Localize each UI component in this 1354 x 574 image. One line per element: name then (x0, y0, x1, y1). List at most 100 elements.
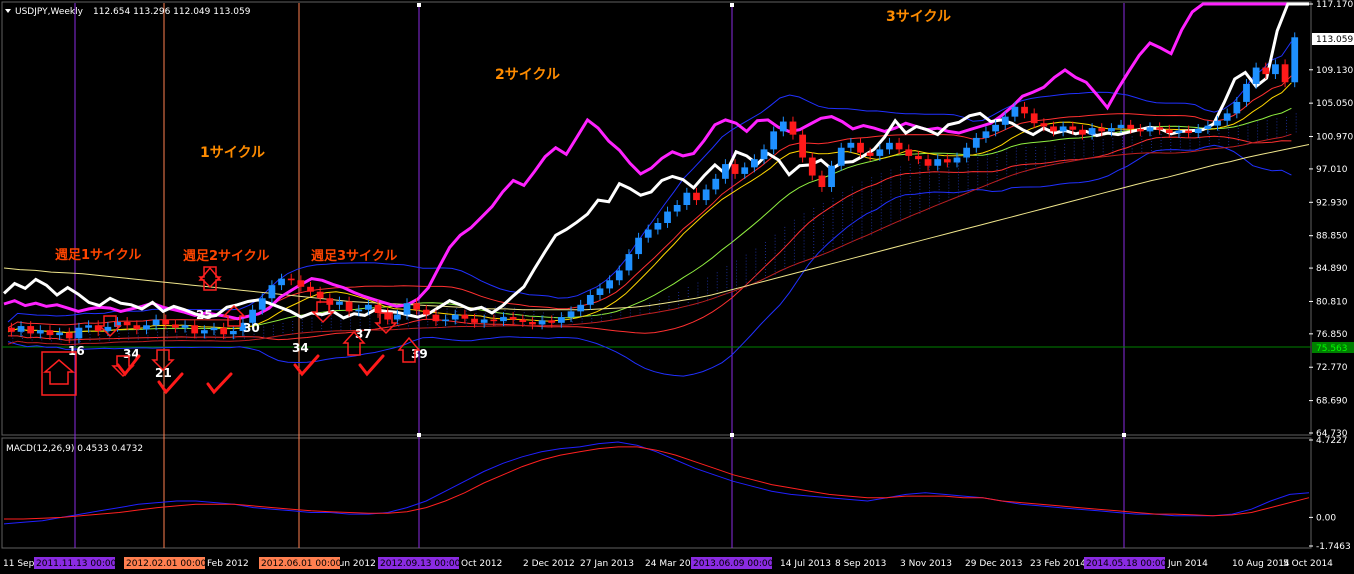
candle-down (471, 318, 478, 323)
candle-up (1108, 128, 1115, 132)
price-tick-label: 92.930 (1316, 198, 1348, 208)
candle-down (548, 320, 556, 323)
time-axis-label: 27 Jan 2013 (580, 559, 634, 569)
price-axis: 117.170 109.130 105.050 100.970 97.010 92.930… (1309, 0, 1353, 439)
candle-up (152, 319, 160, 326)
time-axis-label: 11 Sep (3, 559, 35, 569)
up-arrow-icon[interactable] (42, 359, 76, 385)
vline-handle[interactable] (417, 433, 421, 437)
candle-down (789, 121, 797, 135)
candle-up (886, 142, 893, 150)
time-highlight-label: 2012.02.01 00:00 (126, 559, 207, 569)
candle-up (1233, 101, 1241, 114)
candle-up (558, 317, 565, 323)
candle-up (760, 149, 768, 160)
candle-up (17, 326, 25, 332)
candle-down (1262, 67, 1270, 75)
symbol-label: USDJPY,Weekly (15, 7, 84, 17)
price-tick-label: 109.130 (1316, 66, 1353, 76)
price-tick-label: 76.850 (1316, 330, 1348, 340)
candle-down (374, 304, 382, 313)
candle-up (1243, 83, 1250, 102)
candle-up (393, 314, 401, 320)
vline-handle[interactable] (730, 433, 734, 437)
candle-up (36, 330, 44, 334)
candle-up (1146, 127, 1154, 132)
candle-up (278, 278, 285, 286)
candle-down (915, 155, 922, 160)
candle-up (355, 309, 363, 312)
time-axis: 11 Sep Feb 2012 Jun 2012 Oct 2012 2 Dec 2012… (3, 557, 1333, 569)
cycle1-label: 1サイクル (200, 145, 265, 161)
candle-down (461, 314, 469, 319)
candle-up (635, 237, 642, 255)
green-level-label: 75.563 (1316, 344, 1348, 354)
time-axis-label: 14 Jul 2013 (780, 559, 831, 569)
candle-up (654, 222, 662, 230)
current-price-label: 113.059 (1316, 35, 1353, 45)
vline-handle[interactable] (730, 3, 734, 7)
candle-down (924, 159, 932, 166)
time-axis-label: Oct 2012 (461, 559, 502, 569)
candle-up (847, 142, 855, 148)
candle-down (1079, 129, 1086, 135)
macd-tick-label: 4.7227 (1316, 436, 1348, 446)
vline-handle[interactable] (1122, 433, 1126, 437)
price-tick-label: 88.850 (1316, 232, 1348, 242)
price-tick-label: 72.770 (1316, 363, 1348, 373)
candle-up (336, 301, 343, 305)
candle-up (876, 149, 884, 156)
check-icon (358, 354, 385, 377)
candle-down (943, 159, 951, 163)
candle-up (992, 124, 999, 132)
candle-up (451, 314, 459, 320)
candle-up (625, 254, 633, 271)
candle-down (799, 134, 806, 158)
candle-up (683, 192, 691, 206)
down-arrow-icon[interactable] (98, 315, 122, 338)
price-tick-label: 117.170 (1316, 0, 1353, 10)
candle-up (365, 304, 372, 310)
vline-handle[interactable] (417, 3, 421, 7)
check-icon (293, 354, 320, 377)
candle-up (741, 167, 749, 174)
candle-down (1185, 130, 1192, 134)
candle-down (1281, 64, 1289, 83)
candle-down (857, 142, 864, 153)
magenta-line (3, 2, 1309, 321)
count-label: 37 (355, 327, 372, 341)
candle-down (808, 157, 816, 176)
down-arrow-icon[interactable] (198, 266, 222, 289)
candle-down (895, 142, 903, 150)
time-highlight-label: 2012.09.13 00:00 (380, 559, 461, 569)
dropdown-arrow-icon[interactable] (5, 9, 11, 13)
candle-up (442, 319, 449, 322)
candle-down (46, 330, 54, 336)
time-axis-label: 2 Dec 2012 (523, 559, 575, 569)
candle-up (712, 178, 720, 190)
price-tick-label: 97.010 (1316, 165, 1348, 175)
candle-up (596, 288, 604, 295)
candle-up (143, 325, 150, 330)
candle-up (750, 159, 758, 168)
candle-down (529, 321, 536, 325)
candle-up (1223, 113, 1231, 121)
candle-up (982, 131, 990, 138)
candle-down (8, 327, 15, 332)
candle-up (606, 280, 614, 289)
candle-up (770, 131, 778, 150)
time-axis-label: Jun 2014 (1167, 559, 1208, 569)
macd-lines (3, 441, 1310, 525)
candle-up (1117, 124, 1125, 129)
price-tick-label: 80.810 (1316, 297, 1348, 307)
candle-up (229, 330, 237, 335)
candle-up (104, 326, 112, 331)
candle-up (1194, 128, 1202, 134)
candle-down (1098, 128, 1106, 132)
candle-down (422, 309, 430, 315)
candle-down (1050, 126, 1057, 132)
time-axis-label: 3 Nov 2013 (900, 559, 952, 569)
candle-down (345, 301, 353, 312)
candle-down (818, 175, 826, 188)
candle-down (1127, 124, 1135, 129)
